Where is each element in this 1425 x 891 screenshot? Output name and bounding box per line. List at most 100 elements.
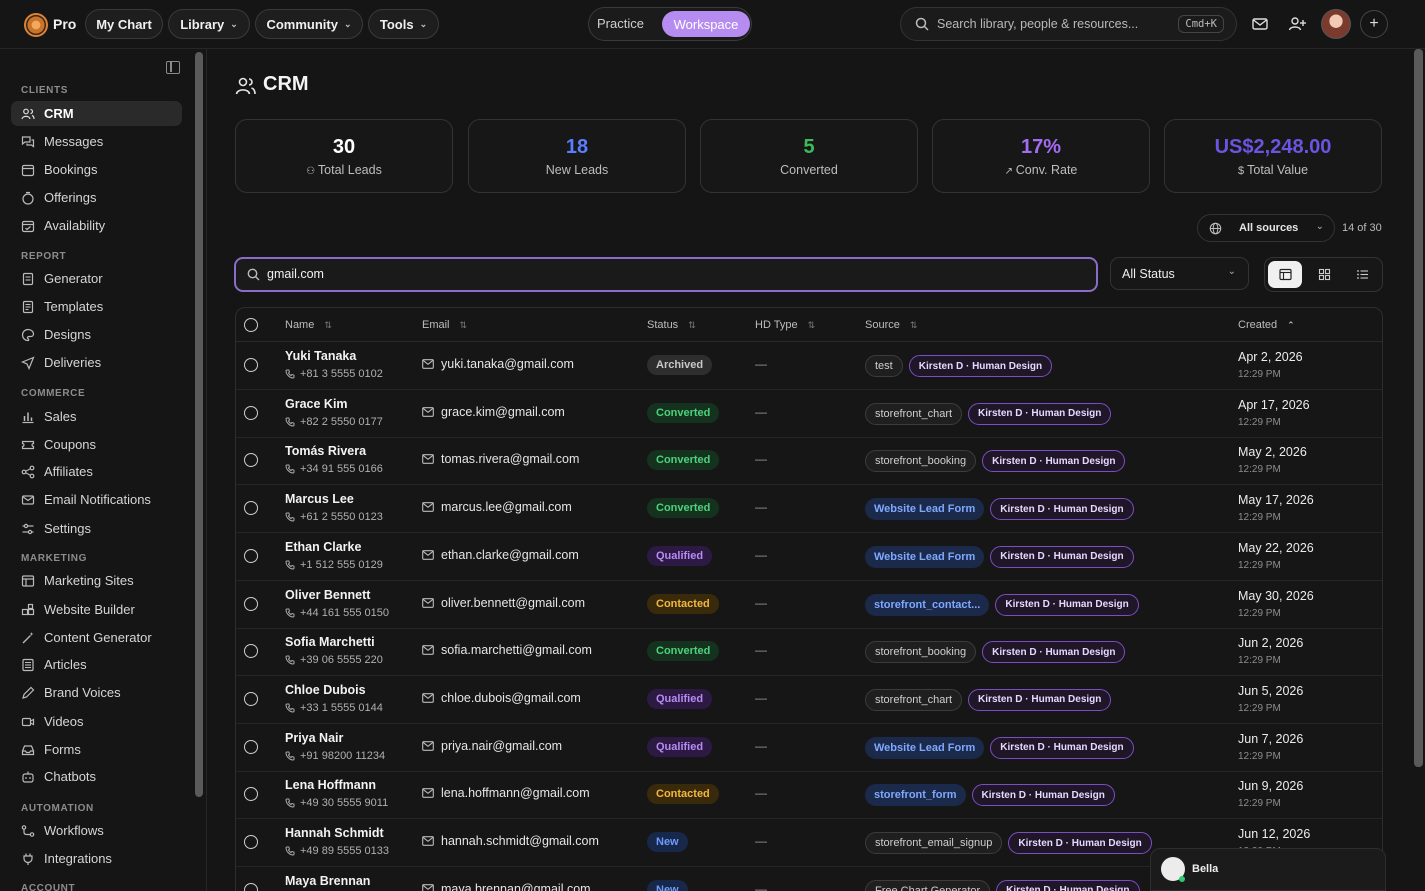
lead-email[interactable]: grace.kim@gmail.com [422, 405, 565, 419]
source-tag[interactable]: storefront_chart [865, 402, 963, 425]
grid-view-button[interactable] [1307, 261, 1341, 288]
sidebar-item-crm[interactable]: CRM [11, 101, 182, 126]
mail-icon[interactable] [1250, 14, 1270, 34]
status-filter-dropdown[interactable]: All Status ⌄ [1110, 257, 1249, 290]
lead-name[interactable]: Hannah Schmidt [285, 826, 384, 840]
row-select-checkbox[interactable] [244, 882, 258, 891]
table-row[interactable]: Sofia Marchetti +39 06 5555 220 sofia.marc… [236, 628, 1382, 677]
lead-name[interactable]: Yuki Tanaka [285, 349, 356, 363]
table-row[interactable]: Priya Nair +91 98200 11234 priya.nair@gmai… [236, 724, 1382, 772]
sidebar-item-generator[interactable]: Generator [11, 266, 182, 291]
sidebar-item-chatbots[interactable]: Chatbots [11, 764, 182, 789]
table-row[interactable]: Oliver Bennett +44 161 555 0150 oliver.ben… [236, 581, 1382, 629]
add-person-icon[interactable] [1287, 14, 1307, 34]
row-select-checkbox[interactable] [244, 548, 258, 563]
nav-library[interactable]: Library ⌄ [168, 9, 250, 39]
global-search[interactable]: Search library, people & resources... Cm… [900, 7, 1237, 41]
source-tag[interactable]: Kirsten D · Human Design [1008, 832, 1152, 854]
sidebar-item-availability[interactable]: Availability [11, 213, 182, 238]
nav-tools[interactable]: Tools ⌄ [368, 9, 439, 39]
table-view-button[interactable] [1268, 261, 1302, 288]
sidebar-item-email-notifications[interactable]: Email Notifications [11, 487, 182, 512]
source-tag[interactable]: storefront_booking [865, 641, 977, 664]
source-tag[interactable]: storefront_booking [865, 450, 977, 473]
sidebar-item-affiliates[interactable]: Affiliates [11, 459, 182, 484]
lead-email[interactable]: hannah.schmidt@gmail.com [422, 834, 599, 848]
sidebar-item-website-builder[interactable]: Website Builder [11, 597, 182, 622]
source-tag[interactable]: Kirsten D · Human Design [995, 593, 1139, 616]
sidebar-item-forms[interactable]: Forms [11, 737, 182, 762]
column-header-status[interactable]: Status ⇅ [647, 319, 696, 331]
lead-name[interactable]: Chloe Dubois [285, 683, 366, 697]
table-row[interactable]: Lena Hoffmann +49 30 5555 9011 lena.hoffma… [236, 771, 1382, 820]
tab-practice[interactable]: Practice [597, 16, 644, 31]
lead-email[interactable]: chloe.dubois@gmail.com [422, 691, 581, 705]
lead-email[interactable]: tomas.rivera@gmail.com [422, 452, 579, 466]
lead-name[interactable]: Sofia Marchetti [285, 635, 375, 649]
chat-widget[interactable]: Bella [1150, 848, 1386, 891]
table-row[interactable]: Yuki Tanaka +81 3 5555 0102 yuki.tanaka@gm… [236, 342, 1382, 390]
sidebar-item-bookings[interactable]: Bookings [11, 157, 182, 182]
source-tag[interactable]: Kirsten D · Human Design [996, 879, 1140, 891]
lead-email[interactable]: priya.nair@gmail.com [422, 739, 562, 753]
sidebar-item-content-generator[interactable]: Content Generator [11, 625, 182, 650]
source-filter-dropdown[interactable]: All sources ⌄ [1197, 214, 1335, 242]
avatar[interactable] [1321, 9, 1351, 39]
sidebar-item-integrations[interactable]: Integrations [11, 846, 182, 871]
source-tag[interactable]: Kirsten D · Human Design [982, 450, 1126, 473]
table-row[interactable]: Marcus Lee +61 2 5550 0123 marcus.lee@gmai… [236, 485, 1382, 534]
sidebar-item-settings[interactable]: Settings [11, 516, 182, 541]
sidebar-item-coupons[interactable]: Coupons [11, 432, 182, 457]
row-select-checkbox[interactable] [244, 596, 258, 611]
list-view-button[interactable] [1345, 261, 1379, 288]
sidebar-item-brand-voices[interactable]: Brand Voices [11, 680, 182, 705]
source-tag[interactable]: Kirsten D · Human Design [990, 736, 1134, 759]
sidebar-collapse-icon[interactable] [166, 61, 180, 74]
source-tag[interactable]: Kirsten D · Human Design [968, 688, 1112, 711]
lead-email[interactable]: sofia.marchetti@gmail.com [422, 643, 592, 657]
sidebar-item-articles[interactable]: Articles [11, 652, 182, 677]
sidebar-item-sales[interactable]: Sales [11, 404, 182, 429]
source-tag[interactable]: storefront_form [865, 784, 966, 807]
source-tag[interactable]: storefront_contact... [865, 593, 990, 616]
row-select-checkbox[interactable] [244, 644, 258, 659]
sidebar-item-videos[interactable]: Videos [11, 709, 182, 734]
source-tag[interactable]: Kirsten D · Human Design [908, 355, 1053, 377]
sidebar-item-designs[interactable]: Designs [11, 322, 182, 347]
lead-name[interactable]: Marcus Lee [285, 492, 354, 506]
table-row[interactable]: Ethan Clarke +1 512 555 0129 ethan.clarke@… [236, 533, 1382, 581]
select-all-checkbox[interactable] [244, 318, 258, 332]
lead-email[interactable]: oliver.bennett@gmail.com [422, 596, 585, 610]
tab-workspace[interactable]: Workspace [662, 11, 750, 37]
source-tag[interactable]: Website Lead Form [865, 498, 985, 521]
lead-name[interactable]: Oliver Bennett [285, 588, 370, 602]
table-row[interactable]: Chloe Dubois +33 1 5555 0144 chloe.dubois@… [236, 676, 1382, 724]
page-scrollbar[interactable] [1414, 49, 1423, 767]
plus-icon[interactable]: + [1360, 10, 1388, 38]
source-tag[interactable]: test [865, 355, 903, 377]
lead-email[interactable]: marcus.lee@gmail.com [422, 500, 572, 514]
lead-email[interactable]: maya.brennan@gmail.com [422, 882, 591, 891]
source-tag[interactable]: Kirsten D · Human Design [968, 402, 1112, 425]
source-tag[interactable]: storefront_chart [865, 688, 963, 711]
nav-community[interactable]: Community ⌄ [255, 9, 363, 39]
table-row[interactable]: Tomás Rivera +34 91 555 0166 tomas.rivera@… [236, 437, 1382, 486]
row-select-checkbox[interactable] [244, 787, 258, 802]
source-tag[interactable]: Kirsten D · Human Design [971, 784, 1115, 807]
row-select-checkbox[interactable] [244, 358, 258, 372]
row-select-checkbox[interactable] [244, 691, 258, 706]
source-tag[interactable]: storefront_email_signup [865, 832, 1003, 854]
source-tag[interactable]: Free Chart Generator [865, 879, 991, 891]
lead-name[interactable]: Lena Hoffmann [285, 778, 376, 792]
lead-email[interactable]: yuki.tanaka@gmail.com [422, 357, 574, 371]
row-select-checkbox[interactable] [244, 405, 258, 420]
lead-name[interactable]: Grace Kim [285, 397, 348, 411]
row-select-checkbox[interactable] [244, 835, 258, 849]
column-header-created[interactable]: Created ⌃ [1238, 319, 1295, 331]
sidebar-item-offerings[interactable]: Offerings [11, 185, 182, 210]
sidebar-scrollbar[interactable] [195, 52, 203, 797]
lead-email[interactable]: ethan.clarke@gmail.com [422, 548, 579, 562]
source-tag[interactable]: Kirsten D · Human Design [990, 498, 1134, 521]
sidebar-item-workflows[interactable]: Workflows [11, 818, 182, 843]
source-tag[interactable]: Website Lead Form [865, 545, 985, 568]
